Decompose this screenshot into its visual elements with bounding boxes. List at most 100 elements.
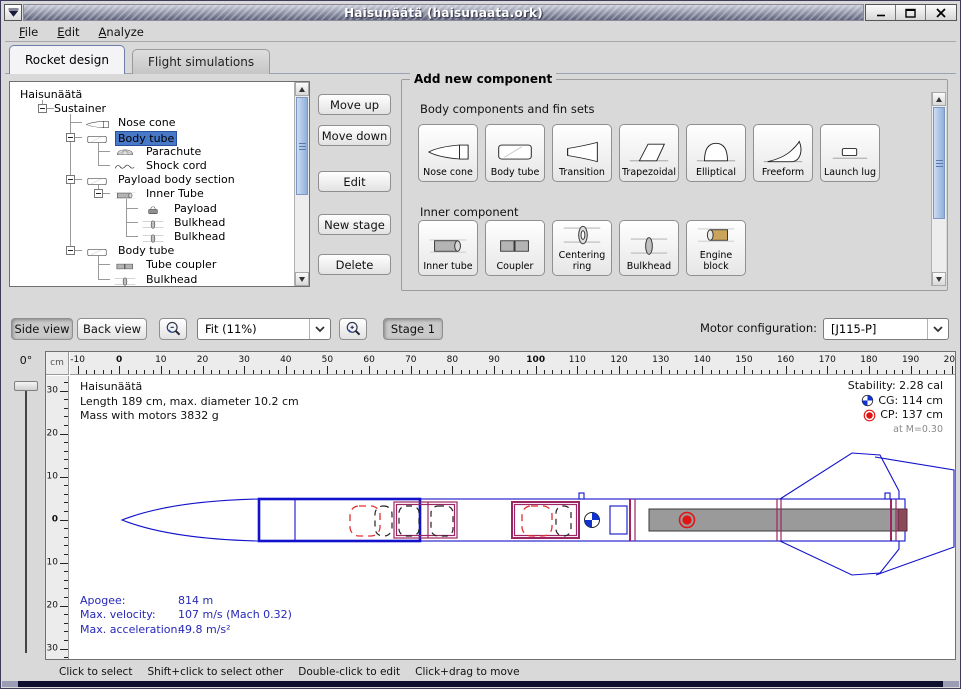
flight-summary: Apogee:814 mMax. velocity:107 m/s (Mach …	[80, 594, 181, 638]
component-button-centering[interactable]: Centering ring	[552, 220, 612, 276]
scrollbar-thumb[interactable]	[933, 107, 945, 219]
tree-item[interactable]: Shock cord	[146, 159, 207, 172]
component-button-transition[interactable]: Transition	[552, 124, 612, 182]
scroll-down-button[interactable]	[932, 272, 946, 286]
stage-1-toggle[interactable]: Stage 1	[383, 318, 443, 340]
component-button-finell[interactable]: Elliptical	[686, 124, 746, 182]
tab-rocket-design[interactable]: Rocket design	[9, 45, 125, 74]
tree-item[interactable]: Sustainer	[54, 102, 106, 115]
back-view-button[interactable]: Back view	[77, 318, 147, 340]
ruler-tick	[586, 370, 587, 374]
tab-flight-simulations[interactable]: Flight simulations	[132, 49, 270, 74]
tree-expander[interactable]	[66, 246, 75, 255]
add-component-groupbox: Add new component Body components and fi…	[401, 79, 948, 291]
cg-marker	[585, 513, 600, 528]
zoom-select[interactable]: Fit (11%)	[197, 318, 331, 340]
ruler-tick	[60, 649, 68, 650]
side-view-button[interactable]: Side view	[11, 318, 73, 340]
minimize-button[interactable]	[866, 5, 896, 20]
ruler-tick	[561, 370, 562, 374]
flight-stat-label: Max. velocity:	[80, 608, 156, 621]
component-tree-panel: HaisunäätäSustainerNose coneBody tubePar…	[9, 81, 310, 287]
new-stage-button[interactable]: New stage	[318, 214, 391, 235]
ruler-tick	[64, 459, 68, 460]
tree-item[interactable]: Tube coupler	[146, 258, 216, 271]
chevron-down-icon	[927, 319, 948, 339]
tree-connector	[98, 151, 110, 152]
rocket-canvas[interactable]: HaisunäätäLength 189 cm, max. diameter 1…	[70, 376, 955, 659]
rotation-slider-track[interactable]	[25, 381, 27, 653]
tree-item[interactable]: Body tube	[118, 244, 174, 257]
tree-expander[interactable]	[38, 104, 47, 113]
tree-item[interactable]: Parachute	[146, 145, 201, 158]
rotation-slider-handle[interactable]	[14, 381, 38, 391]
component-button-innertube[interactable]: Inner tube	[418, 220, 478, 276]
tree-item[interactable]: Bulkhead	[146, 273, 197, 286]
delete-button[interactable]: Delete	[318, 254, 391, 275]
menu-edit[interactable]: Edit	[52, 23, 84, 41]
tree-expander[interactable]	[94, 189, 103, 198]
ruler-label: 170	[819, 355, 836, 365]
component-button-launchlug[interactable]: Launch lug	[820, 124, 880, 182]
ruler-tick	[719, 370, 720, 374]
bodytube-icon	[84, 133, 110, 146]
ruler-unit-label: cm	[46, 352, 69, 375]
ruler-tick	[64, 485, 68, 486]
component-button-bodytube[interactable]: Body tube	[485, 124, 545, 182]
motor-configuration-label: Motor configuration:	[605, 321, 817, 335]
component-button-nosecone[interactable]: Nose cone	[418, 124, 478, 182]
tree-scrollbar[interactable]	[294, 82, 309, 286]
tree-expander[interactable]	[66, 175, 75, 184]
component-panel-scrollbar[interactable]	[931, 92, 946, 286]
ruler-label: -20	[46, 428, 58, 438]
ruler-tick	[64, 631, 68, 632]
move-down-button[interactable]: Move down	[318, 125, 391, 146]
ruler-tick	[519, 370, 520, 374]
ruler-tick	[894, 370, 895, 374]
title-strip[interactable]: Haisunäätä (haisunaata.ork)	[23, 4, 864, 21]
motor-configuration-value: [J115-P]	[824, 322, 927, 336]
tree-item[interactable]: Payload body section	[118, 173, 235, 186]
component-tree[interactable]: HaisunäätäSustainerNose coneBody tubePar…	[10, 82, 294, 286]
tree-item[interactable]: Bulkhead	[174, 230, 225, 243]
ruler-tick	[777, 370, 778, 374]
tree-expander[interactable]	[66, 133, 75, 142]
ruler-tick	[169, 370, 170, 374]
status-bar: Click to selectShift+click to select oth…	[5, 662, 956, 682]
scroll-up-button[interactable]	[932, 92, 946, 106]
tree-connector	[98, 279, 110, 280]
tree-item[interactable]: Payload	[174, 202, 217, 215]
menu-analyze[interactable]: Analyze	[94, 23, 149, 41]
minimize-icon	[876, 8, 886, 17]
scroll-up-button[interactable]	[295, 82, 309, 96]
component-button-coupler[interactable]: Coupler	[485, 220, 545, 276]
ruler-tick	[594, 370, 595, 374]
move-up-button[interactable]: Move up	[318, 94, 391, 115]
ruler-tick	[669, 370, 670, 374]
ruler-tick	[64, 580, 68, 581]
component-button-fintrap[interactable]: Trapezoidal	[619, 124, 679, 182]
scrollbar-thumb[interactable]	[296, 97, 308, 195]
motor-configuration-select[interactable]: [J115-P]	[823, 318, 949, 340]
tree-item[interactable]: Bulkhead	[174, 216, 225, 229]
scroll-down-button[interactable]	[295, 272, 309, 286]
tree-item[interactable]: Inner Tube	[146, 187, 204, 200]
tree-item[interactable]: Body tube	[115, 131, 177, 146]
maximize-button[interactable]	[896, 5, 926, 20]
window-menu-button[interactable]	[4, 4, 22, 21]
component-button-finfree[interactable]: Freeform	[753, 124, 813, 182]
tree-item[interactable]: Haisunäätä	[20, 88, 82, 101]
component-button-engineblock[interactable]: Engine block	[686, 220, 746, 276]
status-hint: Click to select	[59, 666, 132, 678]
tree-icon	[112, 273, 138, 286]
zoom-out-button[interactable]	[159, 318, 187, 340]
component-button-bulkhead[interactable]: Bulkhead	[619, 220, 679, 276]
ruler-tick	[911, 366, 912, 374]
menu-file[interactable]: File	[14, 23, 43, 41]
tree-item[interactable]: Nose cone	[118, 116, 175, 129]
close-button[interactable]	[926, 5, 956, 20]
ruler-tick	[64, 597, 68, 598]
edit-button[interactable]: Edit	[318, 171, 391, 192]
stability-value: Stability: 2.28 cal	[848, 379, 943, 394]
zoom-in-button[interactable]	[339, 318, 367, 340]
